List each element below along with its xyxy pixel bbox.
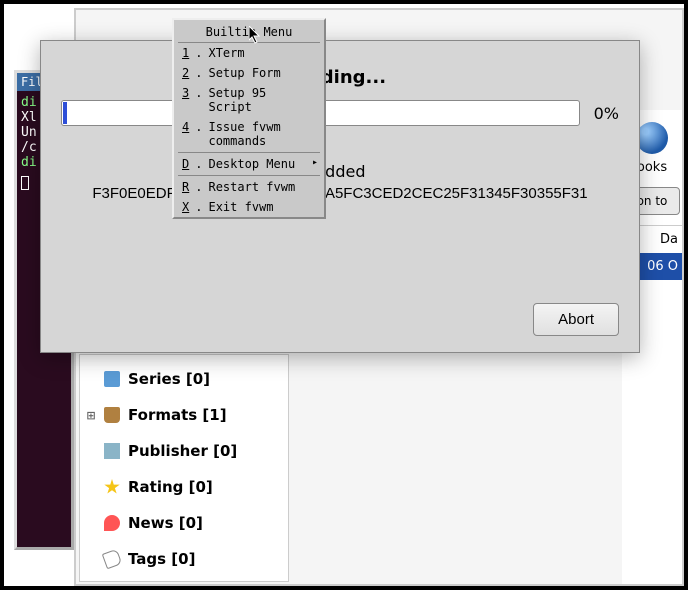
rating-icon (104, 479, 120, 495)
terminal-line: di (21, 155, 37, 170)
tags-icon (102, 549, 123, 570)
adding-dialog: Adding... 0% Added F3F0E0EDF25FF4E8E75FC… (40, 40, 640, 353)
menu-mnemonic: 1 (182, 46, 189, 60)
sidebar-item-formats[interactable]: ⊞ Formats [1] (80, 397, 288, 433)
terminal-line: di (21, 95, 37, 110)
menu-separator (178, 175, 320, 176)
sidebar-item-label: Rating [0] (128, 478, 213, 496)
menu-item-label: Issue fvwm commands (208, 120, 316, 148)
fvwm-builtin-menu[interactable]: Builtin Menu 1. XTerm 2. Setup Form 3. S… (172, 18, 326, 219)
menu-item-label: Setup 95 Script (208, 86, 316, 114)
sidebar-item-tags[interactable]: Tags [0] (80, 541, 288, 577)
sidebar-item-publisher[interactable]: Publisher [0] (80, 433, 288, 469)
menu-item-setup-95[interactable]: 3. Setup 95 Script (174, 83, 324, 117)
menu-item-restart[interactable]: R. Restart fvwm (174, 177, 324, 197)
status-hash: F3F0E0EDF25FF4E8E75FCCD1CA5FC3CED2CEC25F… (41, 185, 639, 202)
progress-percent: 0% (594, 104, 619, 123)
sidebar-item-rating[interactable]: Rating [0] (80, 469, 288, 505)
menu-mnemonic: D (182, 157, 189, 171)
menu-item-exit[interactable]: X. Exit fvwm (174, 197, 324, 217)
menu-item-xterm[interactable]: 1. XTerm (174, 43, 324, 63)
sidebar-item-series[interactable]: Series [0] (80, 361, 288, 397)
expander-icon[interactable]: ⊞ (86, 409, 96, 422)
news-icon (104, 515, 120, 531)
sidebar-item-label: News [0] (128, 514, 203, 532)
sidebar: Series [0] ⊞ Formats [1] Publisher [0] R… (79, 354, 289, 582)
menu-item-label: Exit fvwm (208, 200, 273, 214)
menu-mnemonic: R (182, 180, 189, 194)
dialog-title: Adding... (41, 41, 639, 100)
terminal-cursor (21, 176, 29, 190)
sidebar-item-label: Tags [0] (128, 550, 195, 568)
menu-item-setup-form[interactable]: 2. Setup Form (174, 63, 324, 83)
abort-button[interactable]: Abort (533, 303, 619, 336)
sidebar-item-label: Series [0] (128, 370, 210, 388)
progress-fill (63, 102, 67, 124)
menu-mnemonic: 2 (182, 66, 189, 80)
menu-mnemonic: 4 (182, 120, 189, 148)
menu-item-label: XTerm (208, 46, 244, 60)
series-icon (104, 371, 120, 387)
sidebar-item-news[interactable]: News [0] (80, 505, 288, 541)
menu-item-label: Restart fvwm (208, 180, 295, 194)
menu-separator (178, 152, 320, 153)
menu-item-label: Desktop Menu (208, 157, 295, 171)
formats-icon (104, 407, 120, 423)
menu-item-label: Setup Form (208, 66, 280, 80)
globe-icon (636, 122, 668, 154)
menu-mnemonic: 3 (182, 86, 189, 114)
sidebar-item-label: Publisher [0] (128, 442, 237, 460)
menu-mnemonic: X (182, 200, 189, 214)
publisher-icon (104, 443, 120, 459)
menu-item-desktop[interactable]: D. Desktop Menu (174, 154, 324, 174)
status-label: Added (41, 126, 639, 185)
sidebar-item-label: Formats [1] (128, 406, 227, 424)
menu-item-fvwm-cmds[interactable]: 4. Issue fvwm commands (174, 117, 324, 151)
